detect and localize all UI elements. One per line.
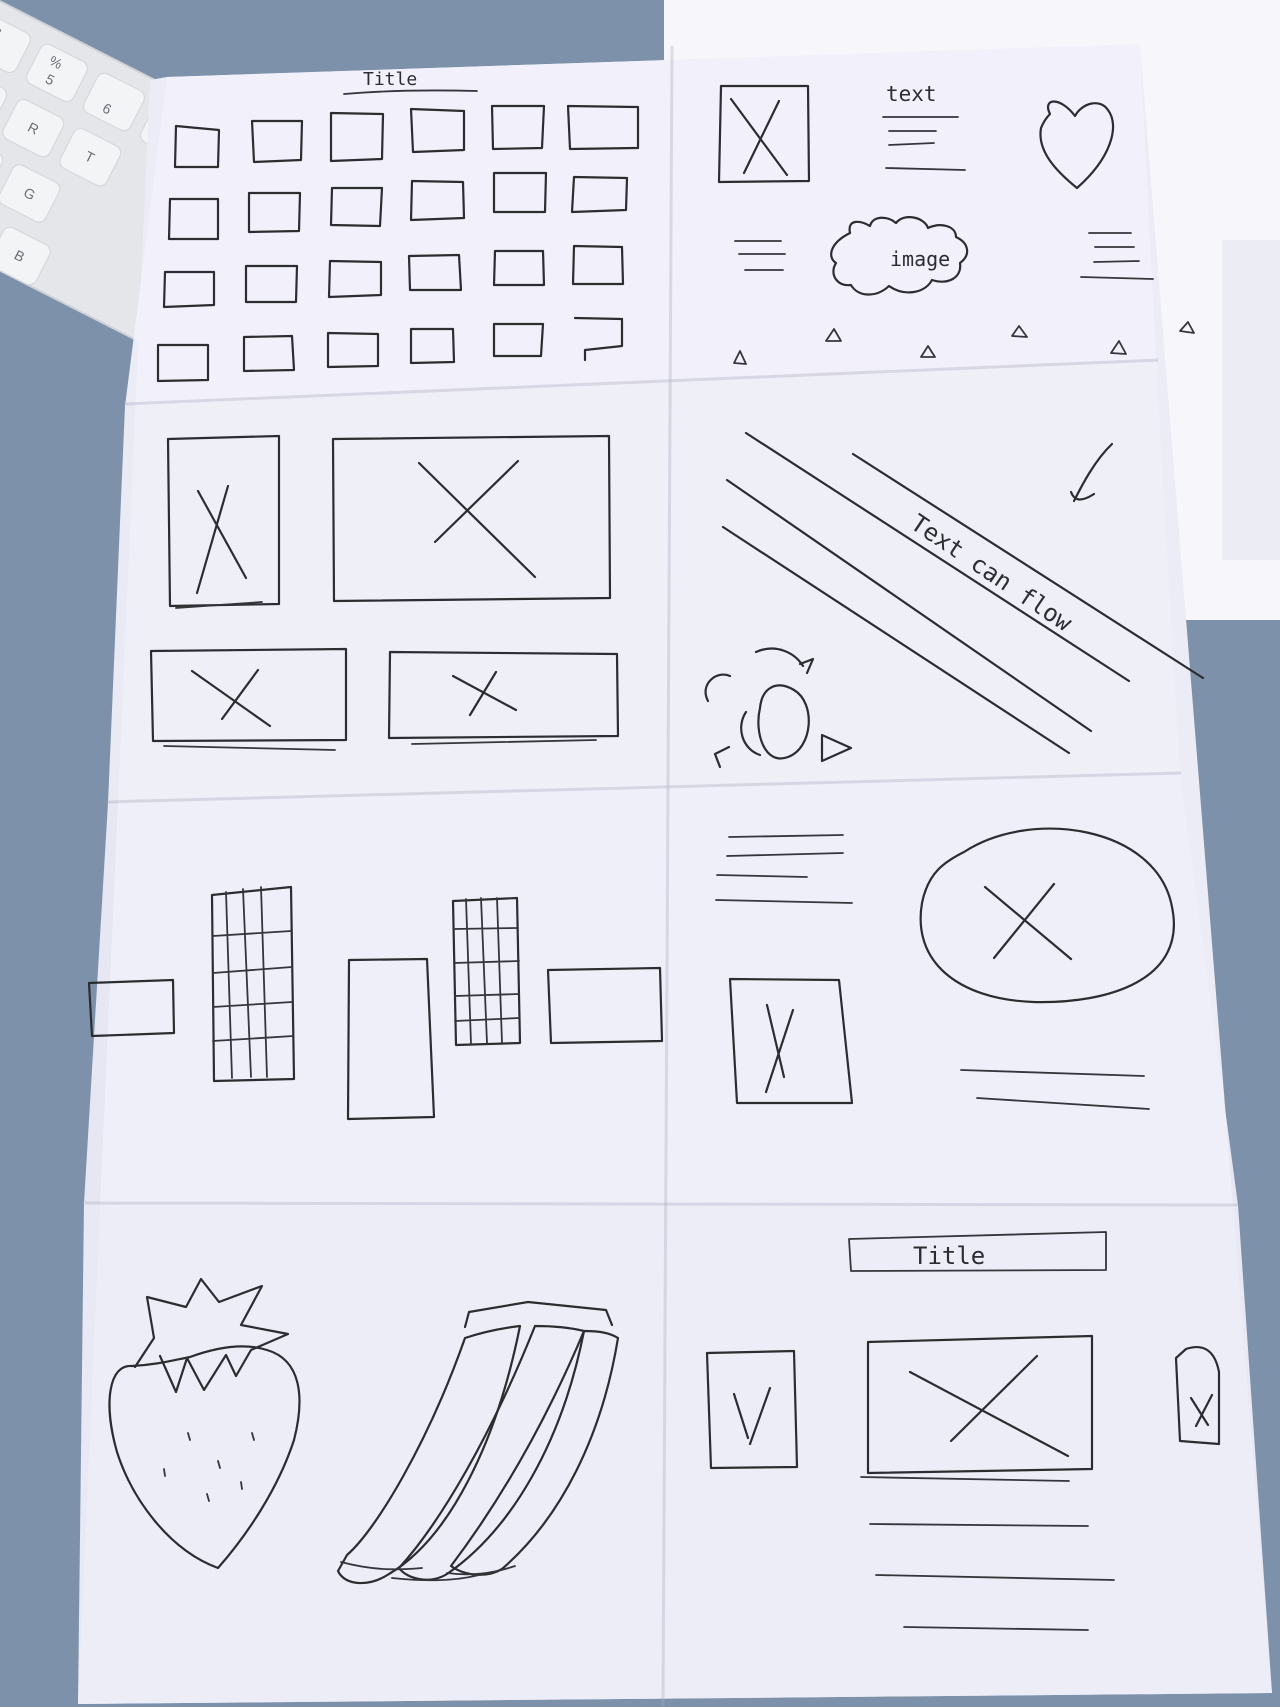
paper-top-panel xyxy=(125,44,1156,406)
cloud-image-label: image xyxy=(890,247,950,271)
top-left-title: Title xyxy=(363,69,417,90)
bottom-title-text: Title xyxy=(913,1242,985,1270)
tray-edge xyxy=(1222,240,1280,560)
top-right-text-label: text xyxy=(886,82,937,106)
photo-scene: $ 4 % 5 6 F5 F6 E R T F G V B xyxy=(0,0,1280,1707)
paper-fold-3 xyxy=(84,1201,1239,1207)
paper-sketch-photo: $ 4 % 5 6 F5 F6 E R T F G V B xyxy=(0,0,1280,1707)
